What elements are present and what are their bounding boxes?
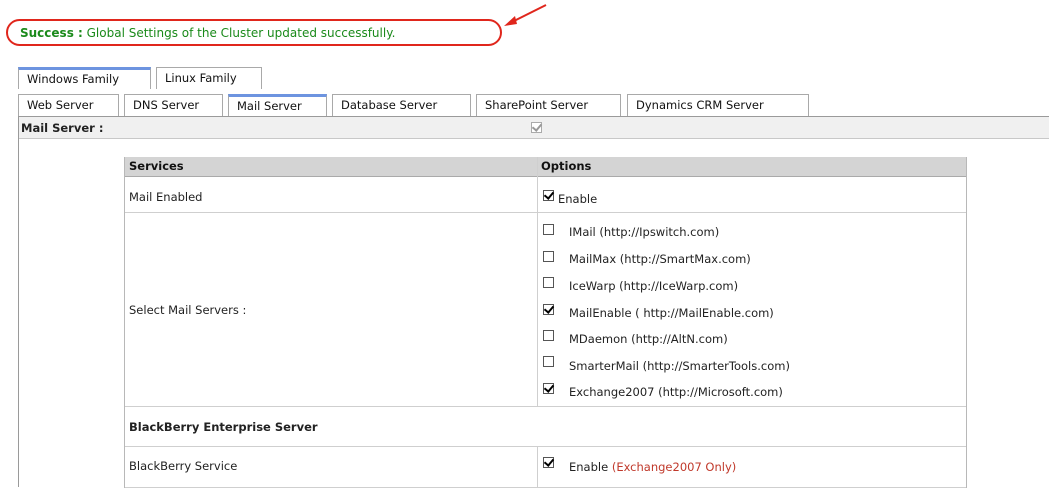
mailmax-checkbox[interactable] [543,251,554,262]
mdaemon-checkbox[interactable] [543,330,554,341]
row-divider [125,406,966,407]
row-divider [125,212,966,213]
mail-enabled-option: Enable [558,192,598,206]
imail-checkbox[interactable] [543,224,554,235]
col-services-header: Services [129,159,184,173]
mailmax-label: MailMax (http://SmartMax.com) [569,252,751,266]
success-label: Success : [20,26,83,40]
exchange2007-checkbox[interactable] [543,383,554,394]
select-mail-servers-label: Select Mail Servers : [129,303,247,317]
imail-label: IMail (http://Ipswitch.com) [569,225,720,239]
column-divider [537,157,538,406]
blackberry-service-label: BlackBerry Service [129,459,238,473]
exchange2007-label: Exchange2007 (http://Microsoft.com) [569,385,783,399]
services-table: Services Options Mail Enabled Enable Sel… [124,157,967,488]
annotation-arrow-icon [504,4,547,26]
mail-enabled-label: Mail Enabled [129,190,203,204]
blackberry-service-checkbox[interactable] [543,457,554,468]
blackberry-service-option: Enable (Exchange2007 Only) [569,460,736,474]
success-text: Global Settings of the Cluster updated s… [82,26,396,40]
tab-mail-server[interactable]: Mail Server [228,94,327,116]
column-divider [537,446,538,488]
tab-dns-server[interactable]: DNS Server [124,94,223,116]
mail-enabled-checkbox[interactable] [543,190,554,201]
mail-server-panel: Mail Server : Services Options Mail Enab… [18,116,1049,488]
tab-web-server[interactable]: Web Server [18,94,119,116]
mail-server-checkbox [531,122,542,133]
services-table-header: Services Options [125,157,966,177]
smartermail-checkbox[interactable] [543,356,554,367]
icewarp-label: IceWarp (http://IceWarp.com) [569,279,739,293]
blackberry-section-title: BlackBerry Enterprise Server [129,420,318,434]
icewarp-checkbox[interactable] [543,277,554,288]
tab-sharepoint-server[interactable]: SharePoint Server [476,94,621,116]
mail-server-label: Mail Server : [21,121,104,135]
success-banner: Success : Global Settings of the Cluster… [6,19,502,46]
tab-dynamics-crm-server[interactable]: Dynamics CRM Server [627,94,809,116]
mailenable-checkbox[interactable] [543,304,554,315]
tab-linux-family[interactable]: Linux Family [156,67,262,89]
tab-database-server[interactable]: Database Server [332,94,471,116]
blackberry-enable-label: Enable [569,460,609,474]
success-message: Success : Global Settings of the Cluster… [20,26,395,40]
blackberry-note: (Exchange2007 Only) [611,460,737,474]
mail-server-row: Mail Server : [19,117,1049,139]
smartermail-label: SmarterMail (http://SmarterTools.com) [569,359,790,373]
col-options-header: Options [541,159,592,173]
mdaemon-label: MDaemon (http://AltN.com) [569,332,728,346]
mailenable-label: MailEnable ( http://MailEnable.com) [569,306,774,320]
row-divider [125,446,966,447]
tab-windows-family[interactable]: Windows Family [18,67,151,89]
